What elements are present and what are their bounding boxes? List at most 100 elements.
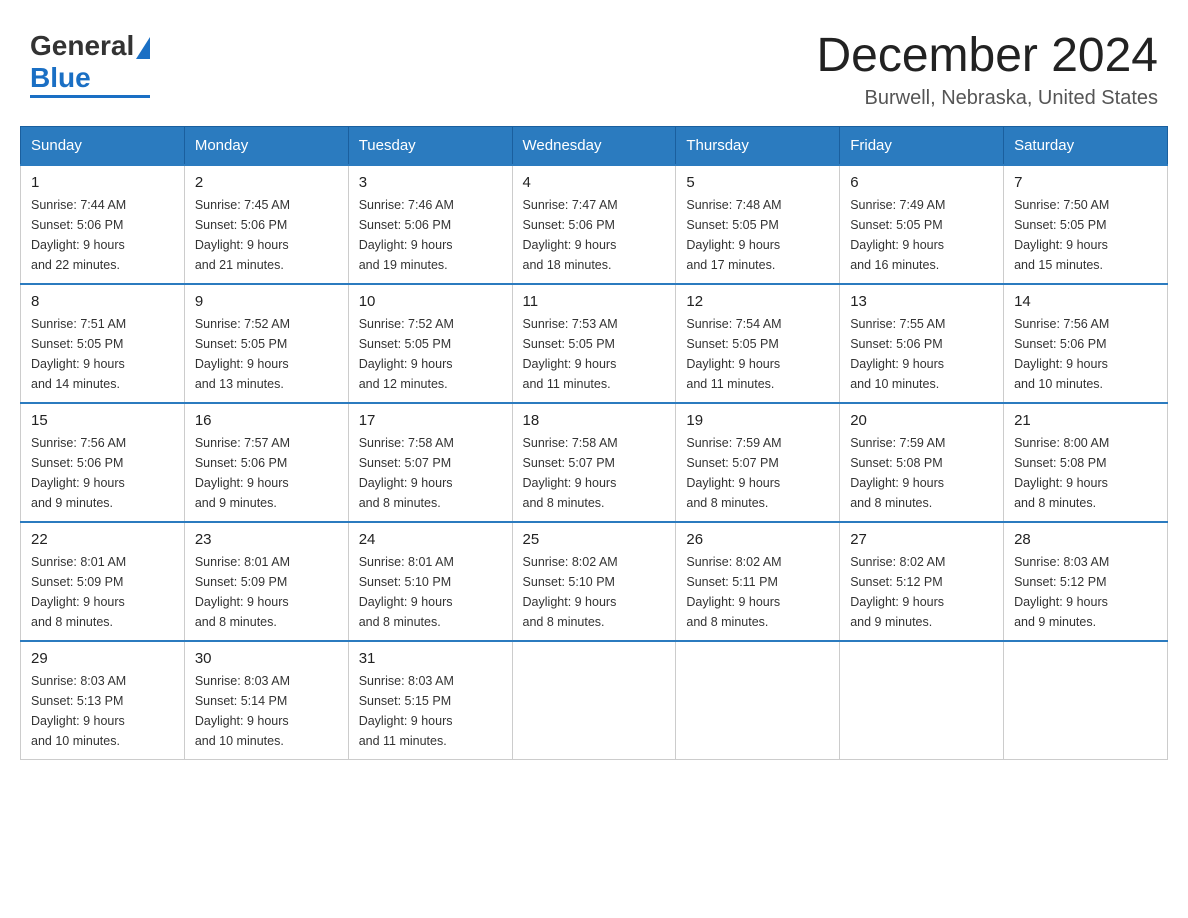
- day-cell: 3 Sunrise: 7:46 AM Sunset: 5:06 PM Dayli…: [348, 165, 512, 284]
- day-cell: 18 Sunrise: 7:58 AM Sunset: 5:07 PM Dayl…: [512, 403, 676, 522]
- day-cell: 26 Sunrise: 8:02 AM Sunset: 5:11 PM Dayl…: [676, 522, 840, 641]
- day-cell: 15 Sunrise: 7:56 AM Sunset: 5:06 PM Dayl…: [21, 403, 185, 522]
- day-info: Sunrise: 7:59 AM Sunset: 5:08 PM Dayligh…: [850, 433, 993, 513]
- day-number: 17: [359, 412, 502, 429]
- day-info: Sunrise: 7:58 AM Sunset: 5:07 PM Dayligh…: [359, 433, 502, 513]
- day-number: 22: [31, 531, 174, 548]
- day-number: 30: [195, 650, 338, 667]
- day-number: 6: [850, 174, 993, 191]
- header-thursday: Thursday: [676, 126, 840, 165]
- day-cell: 31 Sunrise: 8:03 AM Sunset: 5:15 PM Dayl…: [348, 641, 512, 760]
- week-row-5: 29 Sunrise: 8:03 AM Sunset: 5:13 PM Dayl…: [21, 641, 1168, 760]
- day-cell: 19 Sunrise: 7:59 AM Sunset: 5:07 PM Dayl…: [676, 403, 840, 522]
- day-number: 28: [1014, 531, 1157, 548]
- logo-word1: General: [30, 30, 134, 62]
- day-cell: 29 Sunrise: 8:03 AM Sunset: 5:13 PM Dayl…: [21, 641, 185, 760]
- day-cell: 9 Sunrise: 7:52 AM Sunset: 5:05 PM Dayli…: [184, 284, 348, 403]
- day-number: 23: [195, 531, 338, 548]
- day-number: 16: [195, 412, 338, 429]
- day-info: Sunrise: 7:52 AM Sunset: 5:05 PM Dayligh…: [359, 314, 502, 394]
- header-row: Sunday Monday Tuesday Wednesday Thursday…: [21, 126, 1168, 165]
- day-info: Sunrise: 8:03 AM Sunset: 5:12 PM Dayligh…: [1014, 552, 1157, 632]
- day-info: Sunrise: 7:54 AM Sunset: 5:05 PM Dayligh…: [686, 314, 829, 394]
- day-info: Sunrise: 8:00 AM Sunset: 5:08 PM Dayligh…: [1014, 433, 1157, 513]
- day-cell: 17 Sunrise: 7:58 AM Sunset: 5:07 PM Dayl…: [348, 403, 512, 522]
- day-cell: 7 Sunrise: 7:50 AM Sunset: 5:05 PM Dayli…: [1004, 165, 1168, 284]
- week-row-3: 15 Sunrise: 7:56 AM Sunset: 5:06 PM Dayl…: [21, 403, 1168, 522]
- header-sunday: Sunday: [21, 126, 185, 165]
- day-cell: 5 Sunrise: 7:48 AM Sunset: 5:05 PM Dayli…: [676, 165, 840, 284]
- day-number: 10: [359, 293, 502, 310]
- logo-triangle-icon: [136, 37, 150, 59]
- day-info: Sunrise: 7:48 AM Sunset: 5:05 PM Dayligh…: [686, 195, 829, 275]
- calendar-body: 1 Sunrise: 7:44 AM Sunset: 5:06 PM Dayli…: [21, 165, 1168, 760]
- day-cell: 14 Sunrise: 7:56 AM Sunset: 5:06 PM Dayl…: [1004, 284, 1168, 403]
- day-cell: 10 Sunrise: 7:52 AM Sunset: 5:05 PM Dayl…: [348, 284, 512, 403]
- day-info: Sunrise: 8:03 AM Sunset: 5:13 PM Dayligh…: [31, 671, 174, 751]
- page-subtitle: Burwell, Nebraska, United States: [816, 87, 1158, 110]
- day-info: Sunrise: 8:02 AM Sunset: 5:12 PM Dayligh…: [850, 552, 993, 632]
- day-number: 31: [359, 650, 502, 667]
- day-info: Sunrise: 7:51 AM Sunset: 5:05 PM Dayligh…: [31, 314, 174, 394]
- day-cell: 6 Sunrise: 7:49 AM Sunset: 5:05 PM Dayli…: [840, 165, 1004, 284]
- day-cell: [840, 641, 1004, 760]
- day-info: Sunrise: 7:49 AM Sunset: 5:05 PM Dayligh…: [850, 195, 993, 275]
- logo: General Blue: [30, 30, 150, 98]
- day-cell: 20 Sunrise: 7:59 AM Sunset: 5:08 PM Dayl…: [840, 403, 1004, 522]
- day-info: Sunrise: 7:56 AM Sunset: 5:06 PM Dayligh…: [1014, 314, 1157, 394]
- logo-underline: [30, 95, 150, 98]
- day-cell: 22 Sunrise: 8:01 AM Sunset: 5:09 PM Dayl…: [21, 522, 185, 641]
- day-cell: 2 Sunrise: 7:45 AM Sunset: 5:06 PM Dayli…: [184, 165, 348, 284]
- day-number: 19: [686, 412, 829, 429]
- header-tuesday: Tuesday: [348, 126, 512, 165]
- header-saturday: Saturday: [1004, 126, 1168, 165]
- day-number: 11: [523, 293, 666, 310]
- day-number: 12: [686, 293, 829, 310]
- day-cell: 12 Sunrise: 7:54 AM Sunset: 5:05 PM Dayl…: [676, 284, 840, 403]
- day-info: Sunrise: 7:50 AM Sunset: 5:05 PM Dayligh…: [1014, 195, 1157, 275]
- day-info: Sunrise: 7:56 AM Sunset: 5:06 PM Dayligh…: [31, 433, 174, 513]
- day-number: 9: [195, 293, 338, 310]
- week-row-2: 8 Sunrise: 7:51 AM Sunset: 5:05 PM Dayli…: [21, 284, 1168, 403]
- day-number: 8: [31, 293, 174, 310]
- day-cell: 25 Sunrise: 8:02 AM Sunset: 5:10 PM Dayl…: [512, 522, 676, 641]
- day-number: 7: [1014, 174, 1157, 191]
- day-info: Sunrise: 8:02 AM Sunset: 5:11 PM Dayligh…: [686, 552, 829, 632]
- header-friday: Friday: [840, 126, 1004, 165]
- day-number: 21: [1014, 412, 1157, 429]
- day-number: 14: [1014, 293, 1157, 310]
- day-cell: 1 Sunrise: 7:44 AM Sunset: 5:06 PM Dayli…: [21, 165, 185, 284]
- day-number: 13: [850, 293, 993, 310]
- day-number: 5: [686, 174, 829, 191]
- day-cell: 23 Sunrise: 8:01 AM Sunset: 5:09 PM Dayl…: [184, 522, 348, 641]
- week-row-4: 22 Sunrise: 8:01 AM Sunset: 5:09 PM Dayl…: [21, 522, 1168, 641]
- day-cell: 4 Sunrise: 7:47 AM Sunset: 5:06 PM Dayli…: [512, 165, 676, 284]
- day-info: Sunrise: 7:58 AM Sunset: 5:07 PM Dayligh…: [523, 433, 666, 513]
- day-info: Sunrise: 8:01 AM Sunset: 5:09 PM Dayligh…: [31, 552, 174, 632]
- day-cell: 13 Sunrise: 7:55 AM Sunset: 5:06 PM Dayl…: [840, 284, 1004, 403]
- day-cell: 8 Sunrise: 7:51 AM Sunset: 5:05 PM Dayli…: [21, 284, 185, 403]
- day-info: Sunrise: 7:47 AM Sunset: 5:06 PM Dayligh…: [523, 195, 666, 275]
- day-info: Sunrise: 7:44 AM Sunset: 5:06 PM Dayligh…: [31, 195, 174, 275]
- day-number: 18: [523, 412, 666, 429]
- day-info: Sunrise: 7:45 AM Sunset: 5:06 PM Dayligh…: [195, 195, 338, 275]
- day-cell: [1004, 641, 1168, 760]
- day-number: 25: [523, 531, 666, 548]
- day-number: 2: [195, 174, 338, 191]
- title-block: December 2024 Burwell, Nebraska, United …: [816, 30, 1158, 110]
- day-number: 15: [31, 412, 174, 429]
- page-title: December 2024: [816, 30, 1158, 83]
- day-info: Sunrise: 8:03 AM Sunset: 5:14 PM Dayligh…: [195, 671, 338, 751]
- day-cell: 16 Sunrise: 7:57 AM Sunset: 5:06 PM Dayl…: [184, 403, 348, 522]
- day-info: Sunrise: 8:02 AM Sunset: 5:10 PM Dayligh…: [523, 552, 666, 632]
- day-cell: 27 Sunrise: 8:02 AM Sunset: 5:12 PM Dayl…: [840, 522, 1004, 641]
- day-info: Sunrise: 7:46 AM Sunset: 5:06 PM Dayligh…: [359, 195, 502, 275]
- day-cell: 24 Sunrise: 8:01 AM Sunset: 5:10 PM Dayl…: [348, 522, 512, 641]
- day-cell: [512, 641, 676, 760]
- day-number: 1: [31, 174, 174, 191]
- day-number: 29: [31, 650, 174, 667]
- day-cell: [676, 641, 840, 760]
- day-info: Sunrise: 7:53 AM Sunset: 5:05 PM Dayligh…: [523, 314, 666, 394]
- day-info: Sunrise: 8:01 AM Sunset: 5:09 PM Dayligh…: [195, 552, 338, 632]
- day-cell: 30 Sunrise: 8:03 AM Sunset: 5:14 PM Dayl…: [184, 641, 348, 760]
